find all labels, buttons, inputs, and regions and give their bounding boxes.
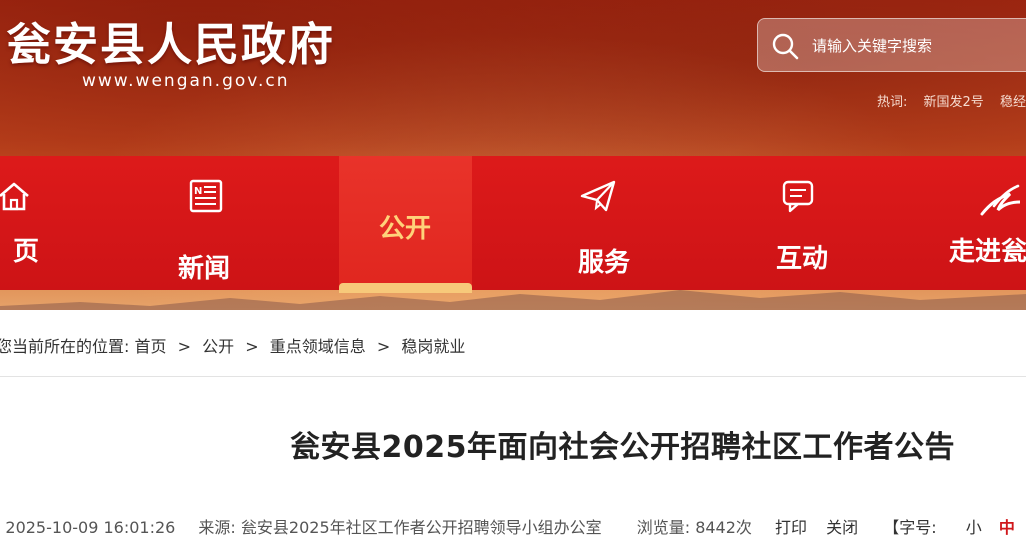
- phoenix-icon: [980, 184, 1020, 216]
- newspaper-icon: N: [189, 179, 223, 213]
- font-size-medium-button[interactable]: 中: [999, 518, 1015, 537]
- svg-text:N: N: [194, 186, 202, 197]
- font-size-label: 【字号:: [883, 518, 937, 537]
- breadcrumb: 您当前所在的位置: 首页 > 公开 > 重点领域信息 > 稳岗就业: [0, 333, 465, 357]
- print-button[interactable]: 打印: [775, 518, 807, 537]
- site-url: www.wengan.gov.cn: [82, 71, 290, 91]
- article-source: 来源: 瓮安县2025年社区工作者公开招聘领导小组办公室: [198, 518, 602, 537]
- nav-label: 互动: [776, 244, 829, 274]
- nav-label: 新闻: [178, 254, 231, 284]
- article-meta: :2025-10-09 16:01:26 来源: 瓮安县2025年社区工作者公开…: [0, 514, 1026, 538]
- nav-item-news[interactable]: N 新闻: [150, 156, 262, 290]
- main-nav: 页 N 新闻 公开 服务 互动 走进瓮: [0, 156, 1026, 290]
- nav-label: 走进瓮: [949, 237, 1026, 267]
- search-input[interactable]: [810, 31, 1026, 61]
- publish-date: 2025-10-09 16:01:26: [5, 518, 176, 537]
- nav-item-open[interactable]: 公开: [339, 156, 472, 290]
- nav-item-home[interactable]: 页: [0, 156, 80, 290]
- hotword-link[interactable]: 新国发2号: [924, 95, 984, 110]
- nav-item-service[interactable]: 服务: [550, 156, 662, 290]
- nav-item-about[interactable]: 走进瓮: [940, 156, 1026, 290]
- article-title: 瓮安县2025年面向社会公开招聘社区工作者公告: [290, 430, 955, 465]
- hotword-link[interactable]: 稳经: [1000, 95, 1026, 110]
- breadcrumb-link[interactable]: 稳岗就业: [401, 337, 465, 356]
- nav-label: 公开: [379, 214, 432, 244]
- chat-icon: [782, 180, 814, 213]
- breadcrumb-separator: >: [376, 337, 391, 356]
- search-box[interactable]: [757, 18, 1026, 72]
- home-icon: [0, 182, 29, 211]
- close-button[interactable]: 关闭: [826, 518, 858, 537]
- breadcrumb-separator: >: [245, 337, 259, 356]
- nav-label: 服务: [578, 248, 631, 278]
- breadcrumb-separator: >: [177, 337, 192, 356]
- site-title[interactable]: 瓮安县人民政府: [6, 14, 335, 76]
- hotwords-label: 热词:: [877, 95, 908, 110]
- publish-date-label: :: [0, 518, 1, 537]
- nav-item-interact[interactable]: 互动: [748, 156, 860, 290]
- divider: [0, 376, 1026, 377]
- breadcrumb-link[interactable]: 首页: [135, 337, 167, 356]
- paper-plane-icon: [580, 180, 616, 212]
- breadcrumb-link[interactable]: 公开: [202, 337, 234, 356]
- font-size-small-button[interactable]: 小: [966, 518, 982, 537]
- nav-active-indicator: [339, 283, 472, 293]
- hotwords: 热词: 新国发2号 稳经: [877, 91, 1026, 110]
- breadcrumb-prefix: 您当前所在的位置:: [0, 337, 130, 356]
- breadcrumb-link[interactable]: 重点领域信息: [270, 337, 366, 356]
- view-count: 浏览量: 8442次: [636, 518, 752, 537]
- nav-label: 页: [13, 237, 40, 267]
- font-size-control: 【字号: 小 中 大】: [883, 518, 1026, 537]
- search-icon[interactable]: [770, 31, 800, 61]
